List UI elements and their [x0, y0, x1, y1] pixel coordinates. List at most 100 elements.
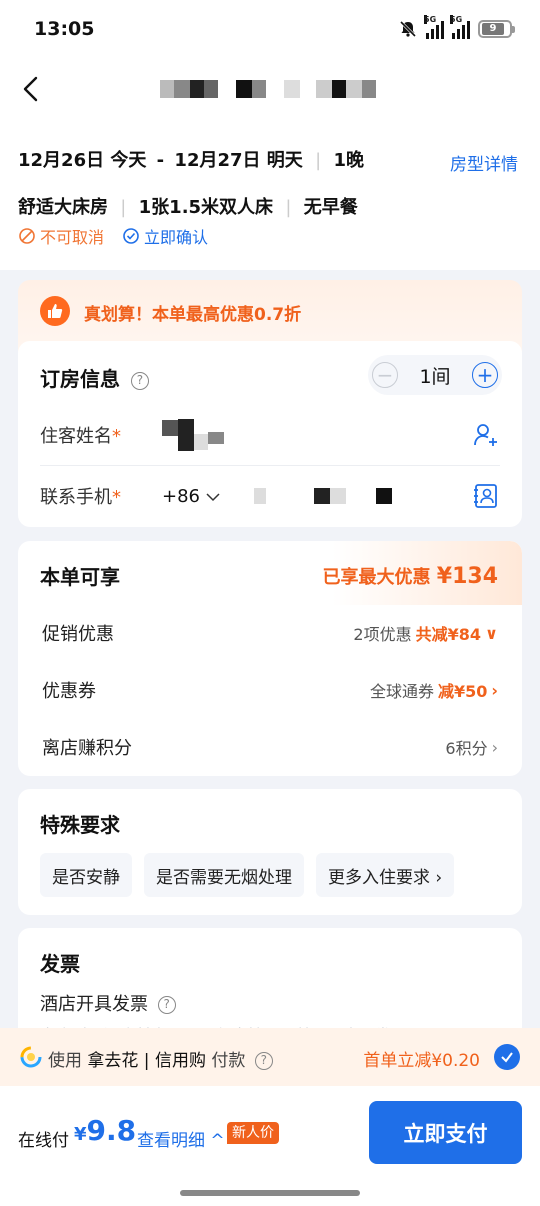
promotion-row[interactable]: 促销优惠 2项优惠 共减¥84 ∨ [42, 618, 498, 648]
stay-dates: 12月26日 今天 - 12月27日 明天 | 1晚 [18, 146, 364, 172]
request-tag-more[interactable]: 更多入住要求 › [316, 853, 455, 897]
payment-method-bar[interactable]: 使用 拿去花 | 信用购 付款 ? 首单立减¥0.20 [0, 1028, 540, 1086]
room-count: 1间 [419, 365, 451, 388]
invoice-title: 发票 [40, 952, 80, 976]
guest-name-input[interactable] [162, 419, 224, 451]
signal-2-icon: 5G [450, 15, 470, 39]
hotel-name-redacted [160, 80, 376, 98]
max-discount-label: 已享最大优惠 [322, 567, 431, 588]
signal-1-icon: 5G [424, 15, 444, 39]
contact-phone-label: 联系手机* [40, 483, 162, 509]
increase-room-button[interactable]: + [472, 362, 498, 388]
promotion-value: 2项优惠 共减¥84 ∨ [353, 621, 498, 645]
room-type: 舒适大床房 [18, 197, 108, 218]
divider: | [120, 197, 127, 218]
benefits-card: 本单可享 已享最大优惠 ¥134 促销优惠 2项优惠 共减¥84 ∨ 优惠券 全… [18, 541, 522, 776]
benefits-title: 本单可享 [40, 565, 120, 589]
room-specs: 舒适大床房 | 1张1.5米双人床 | 无早餐 [18, 193, 358, 219]
nights: 1晚 [333, 150, 364, 171]
new-user-badge: 新人价 [227, 1122, 279, 1144]
help-icon[interactable]: ? [157, 996, 176, 1014]
help-icon[interactable]: ? [130, 372, 149, 390]
chevron-left-icon [23, 76, 38, 102]
total-price: ¥9.8 [74, 1114, 136, 1147]
bed-type: 1张1.5米双人床 [138, 197, 274, 218]
check-circle-icon [123, 228, 139, 244]
coupon-value: 全球通券 减¥50 › [370, 678, 498, 702]
back-button[interactable] [16, 72, 48, 106]
request-tag-nonsmoking[interactable]: 是否需要无烟处理 [144, 853, 304, 897]
bottom-bar: 在线付 ¥9.8 查看明细 ^ 新人价 立即支付 [0, 1086, 540, 1206]
points-label: 离店赚积分 [42, 738, 132, 759]
status-bar: 13:05 5G 5G 9 [0, 0, 540, 60]
room-detail-link[interactable]: 房型详情 [450, 150, 518, 175]
contacts-icon[interactable] [472, 482, 500, 510]
payment-selected-checkbox[interactable] [494, 1044, 520, 1070]
guest-name-label: 住客姓名* [40, 422, 162, 448]
home-indicator[interactable] [180, 1190, 360, 1196]
payment-prefix: 使用 [48, 1051, 82, 1071]
promotion-amount: 共减¥84 [415, 625, 481, 644]
policy-instant-confirm-label: 立即确认 [144, 228, 209, 247]
signal-1-tag: 5G [424, 15, 437, 24]
coupon-label: 优惠券 [42, 681, 96, 702]
checkmark-icon [501, 1052, 513, 1063]
coupon-row[interactable]: 优惠券 全球通券 减¥50 › [42, 675, 498, 705]
view-details-link[interactable]: 查看明细 ^ [137, 1126, 225, 1151]
country-code: +86 [162, 485, 200, 507]
booking-info-card: 订房信息 ? − 1间 + 住客姓名* 联系手机* +86 [18, 341, 522, 527]
request-tag-quiet[interactable]: 是否安静 [40, 853, 132, 897]
special-requests-title: 特殊要求 [40, 813, 120, 837]
policy-instant-confirm: 立即确认 [122, 224, 208, 248]
contact-phone-label-text: 联系手机 [40, 487, 112, 508]
prohibited-icon [19, 228, 35, 244]
price-amount: 9.8 [86, 1114, 137, 1147]
add-guest-icon[interactable] [472, 421, 500, 449]
room-count-stepper: − 1间 + [368, 355, 502, 395]
divider: | [285, 197, 292, 218]
battery-icon: 9 [478, 20, 515, 38]
policy-no-cancel: 不可取消 [18, 224, 104, 248]
payment-suffix: 付款 [211, 1051, 246, 1071]
payment-method-text: 使用 拿去花 | 信用购 付款 ? [48, 1046, 273, 1071]
promo-text: 真划算！本单最高优惠0.7折 [84, 305, 302, 325]
price-currency: ¥ [74, 1124, 87, 1145]
divider: | [315, 150, 322, 171]
phone-number-input[interactable] [253, 480, 392, 512]
booking-info-title: 订房信息 ? [40, 363, 149, 392]
points-row[interactable]: 离店赚积分 6积分 › [42, 732, 498, 762]
checkin-date: 12月26日 今天 [18, 150, 147, 171]
promotion-info: 2项优惠 [353, 625, 412, 644]
mute-bell-icon [399, 20, 417, 38]
promotion-label: 促销优惠 [42, 624, 114, 645]
battery-level: 9 [482, 23, 504, 35]
points-value: 6积分 › [445, 735, 498, 759]
status-icons: 5G 5G 9 [398, 15, 515, 39]
coupon-amount: 减¥50 [438, 682, 488, 701]
points-info: 6积分 [445, 739, 488, 758]
chevron-down-icon: ∨ [485, 623, 498, 643]
status-time: 13:05 [34, 18, 95, 40]
payment-brand: 拿去花 | 信用购 [87, 1051, 206, 1071]
guest-name-label-text: 住客姓名 [40, 426, 112, 447]
special-requests-card: 特殊要求 是否安静 是否需要无烟处理 更多入住要求 › [18, 789, 522, 915]
country-code-select[interactable]: +86 [162, 486, 220, 507]
thumbs-up-icon [40, 296, 70, 326]
help-icon[interactable]: ? [254, 1052, 273, 1070]
pay-now-button[interactable]: 立即支付 [369, 1101, 522, 1164]
payment-discount: 首单立减¥0.20 [363, 1051, 480, 1071]
policies: 不可取消 立即确认 [18, 224, 208, 248]
policy-no-cancel-label: 不可取消 [40, 228, 105, 247]
payment-brand-icon [20, 1046, 42, 1068]
breakfast: 无早餐 [303, 197, 358, 218]
signal-2-tag: 5G [450, 15, 463, 24]
decrease-room-button[interactable]: − [372, 362, 398, 388]
max-discount-amount: ¥134 [436, 564, 498, 589]
contact-phone-row: 联系手机* +86 [40, 466, 500, 526]
required-mark: * [112, 487, 121, 508]
checkout-date: 12月27日 明天 [174, 150, 303, 171]
chevron-right-icon: › [491, 680, 498, 700]
booking-info-title-text: 订房信息 [40, 367, 120, 391]
chevron-down-icon [206, 492, 220, 501]
nav-bar [0, 64, 540, 114]
